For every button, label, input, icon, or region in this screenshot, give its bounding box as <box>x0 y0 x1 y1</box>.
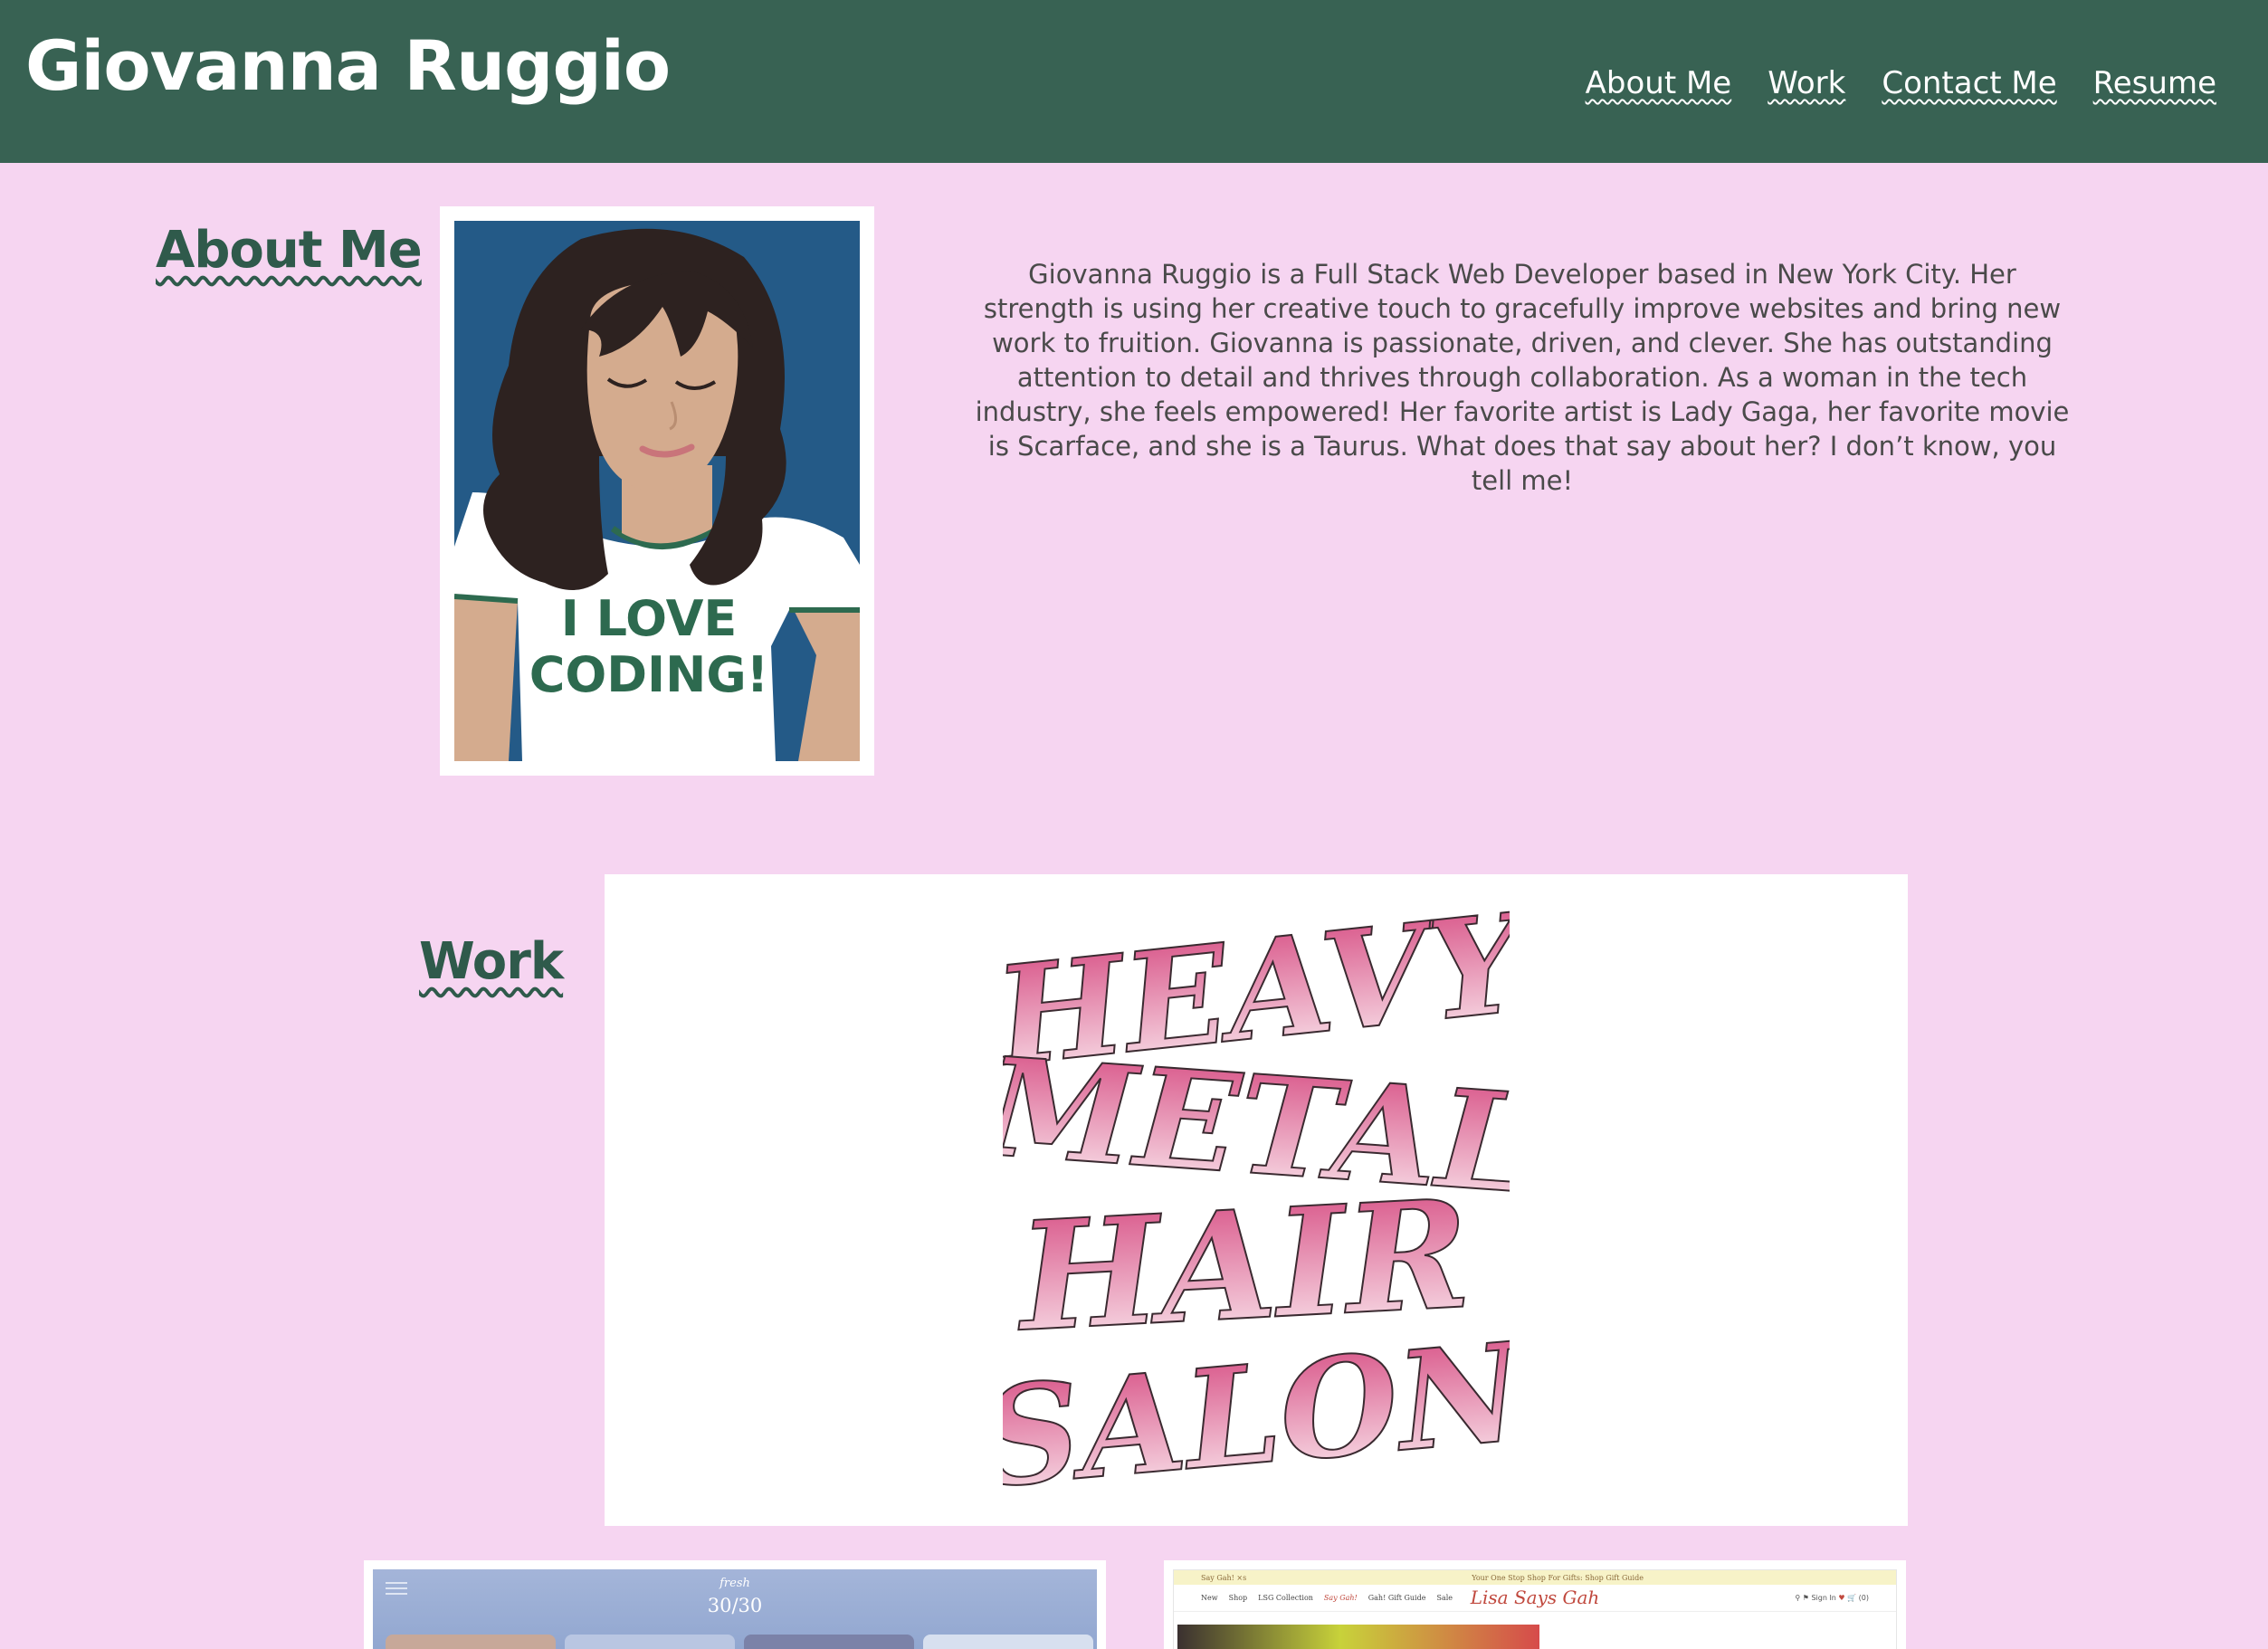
work-heading: Work <box>419 932 564 991</box>
work-thumbnail-fresh[interactable]: fresh 30/30 <box>364 1560 1106 1649</box>
heavy-metal-hair-salon-artwork: HEAVY METAL HAIR SALON <box>1003 901 1510 1499</box>
fresh-promo: 30/30 <box>707 1595 763 1616</box>
nav-resume[interactable]: Resume <box>2093 65 2216 101</box>
fresh-site-preview: fresh 30/30 <box>373 1569 1097 1649</box>
product-tile <box>386 1635 556 1649</box>
topbar-center: Your One Stop Shop For Gifts: Shop Gift … <box>1472 1573 1644 1582</box>
hero-photo <box>1177 1625 1539 1649</box>
portrait-frame: I LOVE CODING! <box>440 206 874 776</box>
fresh-brand: fresh <box>719 1577 750 1590</box>
preview-sign-in: Sign In <box>1811 1594 1836 1602</box>
site-title[interactable]: Giovanna Ruggio <box>25 25 671 106</box>
cart-icon: 🛒 <box>1847 1594 1857 1602</box>
about-heading: About Me <box>156 221 423 280</box>
product-tile <box>565 1635 735 1649</box>
preview-cart-count: (0) <box>1858 1594 1869 1602</box>
product-tile <box>923 1635 1093 1649</box>
lisa-says-gah-site-preview: Say Gah! ×s Your One Stop Shop For Gifts… <box>1173 1569 1897 1649</box>
about-bio: Giovanna Ruggio is a Full Stack Web Deve… <box>975 259 2070 496</box>
portrait-shirt-line1: I LOVE <box>561 590 738 647</box>
flag-icon: ⚑ <box>1802 1594 1809 1602</box>
nav-contact-me[interactable]: Contact Me <box>1882 65 2056 101</box>
product-tile <box>744 1635 914 1649</box>
nav-about-me[interactable]: About Me <box>1586 65 1732 101</box>
topbar-left: Say Gah! ×s <box>1201 1573 1247 1582</box>
preview-account-area: ⚲ ⚑ Sign In ♥ 🛒 (0) <box>1795 1594 1869 1602</box>
nav-work[interactable]: Work <box>1768 65 1845 101</box>
portrait-illustration: I LOVE CODING! <box>454 221 860 761</box>
site-header: Giovanna Ruggio About Me Work Contact Me… <box>0 0 2268 163</box>
main-nav: About Me Work Contact Me Resume <box>1586 65 2216 101</box>
featured-work-card[interactable]: HEAVY METAL HAIR SALON <box>605 874 1908 1526</box>
heart-icon: ♥ <box>1838 1594 1845 1602</box>
announcement-bar: Say Gah! ×s Your One Stop Shop For Gifts… <box>1174 1570 1896 1585</box>
lisa-says-gah-logo: Lisa Says Gah <box>1470 1587 1600 1608</box>
portrait-shirt-line2: CODING! <box>529 646 769 703</box>
work-thumbnail-lisa-says-gah[interactable]: Say Gah! ×s Your One Stop Shop For Gifts… <box>1164 1560 1906 1649</box>
search-icon: ⚲ <box>1795 1594 1801 1602</box>
